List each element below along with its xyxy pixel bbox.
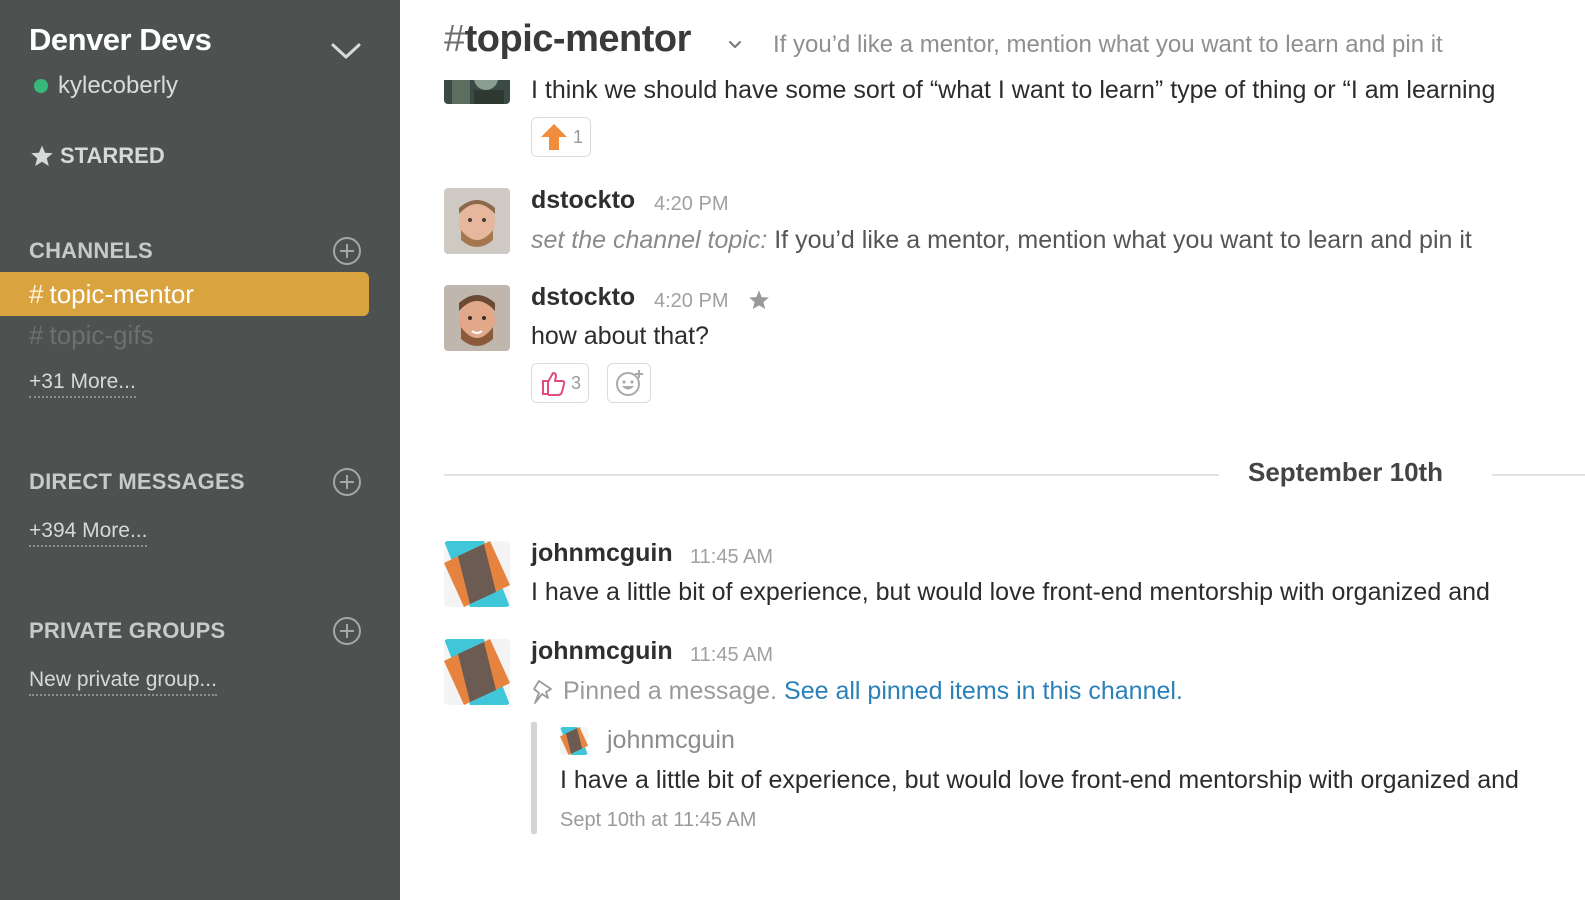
message-author[interactable]: dstockto [531, 283, 635, 312]
message-timestamp[interactable]: 4:20 PM [654, 290, 728, 313]
add-channel-icon[interactable] [332, 236, 362, 266]
date-divider-line [444, 474, 1219, 476]
message-author[interactable]: johnmcguin [531, 539, 673, 568]
reaction-count: 1 [573, 126, 584, 147]
message-pane: #topic-mentor If you’d like a mentor, me… [400, 0, 1585, 900]
topic-change-body: If you’d like a mentor, mention what you… [774, 226, 1472, 254]
channel-topic[interactable]: If you’d like a mentor, mention what you… [773, 31, 1443, 59]
user-name: kylecoberly [58, 72, 179, 99]
avatar[interactable] [444, 639, 510, 705]
pinned-text: Pinned a message. [563, 677, 778, 705]
quote-bar [531, 722, 537, 834]
message-body: set the channel topic: If you’d like a m… [531, 226, 1472, 255]
add-reaction-button[interactable] [607, 363, 651, 403]
team-name[interactable]: Denver Devs [29, 22, 212, 58]
avatar[interactable] [444, 541, 510, 607]
channel-header: #topic-mentor If you’d like a mentor, me… [400, 0, 1585, 80]
message-body: I think we should have some sort of “wha… [531, 76, 1496, 104]
sidebar-item-topic-gifs[interactable]: # topic-gifs [29, 320, 154, 351]
reaction-up-arrow[interactable]: 1 [531, 117, 592, 157]
star-icon[interactable] [748, 289, 770, 311]
channel-label: topic-gifs [49, 320, 154, 350]
avatar[interactable] [560, 727, 588, 755]
channel-label: topic-mentor [49, 279, 194, 309]
date-divider-line [1492, 474, 1585, 476]
channel-title-hash: # [444, 18, 465, 60]
quote-timestamp[interactable]: Sept 10th at 11:45 AM [560, 809, 756, 832]
more-direct-messages-link[interactable]: +394 More... [29, 519, 148, 547]
add-private-group-icon[interactable] [332, 616, 362, 646]
pinned-notice: Pinned a message. See all pinned items i… [531, 677, 1183, 706]
chevron-down-icon[interactable] [728, 40, 742, 50]
add-direct-message-icon[interactable] [332, 467, 362, 497]
quote-author[interactable]: johnmcguin [607, 726, 735, 755]
chevron-down-icon[interactable] [330, 40, 362, 62]
channel-title-name: topic-mentor [464, 18, 692, 60]
more-channels-link[interactable]: +31 More... [29, 370, 136, 398]
starred-label: STARRED [60, 143, 165, 168]
message-body: I have a little bit of experience, but w… [531, 578, 1490, 606]
direct-messages-header[interactable]: DIRECT MESSAGES [29, 469, 245, 495]
reaction-count: 3 [571, 372, 582, 393]
star-icon [31, 145, 53, 166]
channel-hash: # [29, 279, 44, 309]
avatar[interactable] [444, 188, 510, 254]
message-author[interactable]: dstockto [531, 186, 635, 215]
channel-hash: # [29, 320, 44, 350]
thumbs-up-icon [542, 372, 566, 396]
message-body: how about that? [531, 322, 709, 350]
presence-dot [34, 79, 48, 93]
topic-change-prefix: set the channel topic: [531, 226, 768, 254]
message-author[interactable]: johnmcguin [531, 637, 673, 666]
sidebar: Denver Devs kylecoberly STARRED CHANNELS… [0, 0, 400, 900]
avatar[interactable] [444, 285, 510, 351]
add-emoji-icon [616, 370, 643, 396]
quote-body: I have a little bit of experience, but w… [560, 766, 1519, 794]
reaction-thumbs-up[interactable]: 3 [531, 363, 590, 403]
up-arrow-icon [541, 124, 567, 150]
new-private-group-link[interactable]: New private group... [29, 668, 217, 696]
user-presence[interactable]: kylecoberly [34, 72, 178, 100]
date-divider: September 10th [1248, 457, 1444, 487]
channels-header[interactable]: CHANNELS [29, 238, 153, 264]
message-timestamp[interactable]: 4:20 PM [654, 193, 728, 216]
see-pinned-items-link[interactable]: See all pinned items in this channel. [784, 677, 1183, 706]
private-groups-header[interactable]: PRIVATE GROUPS [29, 618, 225, 644]
message-timestamp[interactable]: 11:45 AM [690, 644, 773, 667]
pin-icon [533, 679, 552, 704]
message-timestamp[interactable]: 11:45 AM [690, 546, 773, 569]
starred-section[interactable]: STARRED [30, 143, 165, 169]
channel-title[interactable]: #topic-mentor [444, 18, 691, 61]
sidebar-item-topic-mentor[interactable]: # topic-mentor [0, 272, 369, 316]
